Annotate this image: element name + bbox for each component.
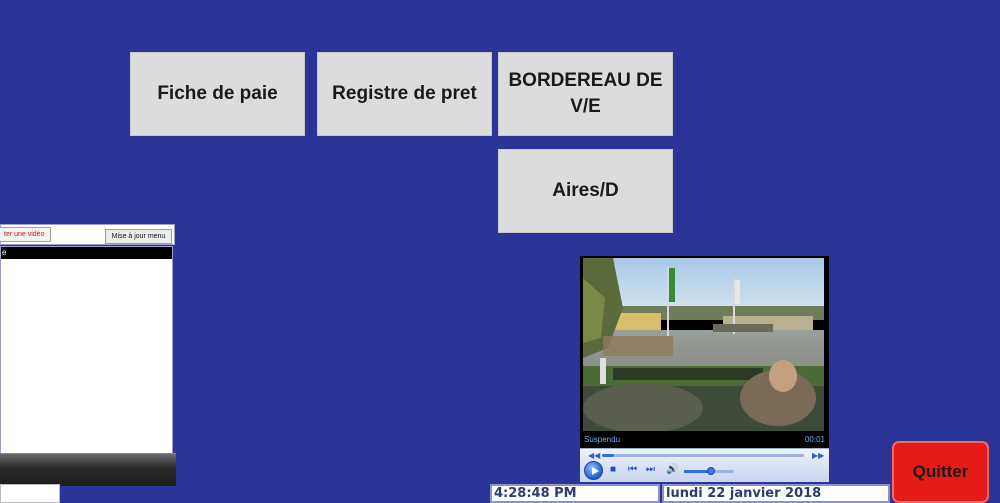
video-frame[interactable] (583, 258, 824, 431)
seek-bar[interactable] (602, 454, 804, 457)
fast-forward-icon[interactable]: ▶▶ (812, 451, 824, 460)
aires-button[interactable]: Aires/D (498, 149, 673, 233)
left-bottom-field (0, 484, 60, 503)
seek-progress (602, 454, 615, 457)
registre-de-pret-button[interactable]: Registre de pret (317, 52, 492, 136)
player-controls: ◀◀ ▶▶ ■ ⏮ ⏭ 🔊 (580, 448, 829, 482)
parade-video-image (583, 258, 824, 431)
next-icon[interactable]: ⏭ (646, 463, 655, 477)
date-field: lundi 22 janvier 2018 (662, 484, 890, 503)
volume-icon[interactable]: 🔊 (666, 463, 678, 477)
volume-knob[interactable] (707, 467, 715, 475)
play-button[interactable] (584, 461, 603, 480)
clock-field: 4:28:48 PM (490, 484, 660, 503)
list-control-bar (0, 453, 176, 486)
video-list-panel: ter une vidéo Mise à jour menu e (0, 224, 176, 486)
player-status-bar: Suspendu 00:01 (580, 434, 829, 446)
previous-icon[interactable]: ⏮ (628, 463, 637, 477)
player-status-text: Suspendu (584, 435, 621, 444)
rewind-icon[interactable]: ◀◀ (588, 451, 600, 460)
list-selected-row[interactable]: e (1, 247, 172, 259)
video-list[interactable]: e (0, 246, 173, 475)
volume-level (684, 470, 709, 473)
player-elapsed-time: 00:01 (804, 435, 825, 444)
media-player[interactable]: Suspendu 00:01 ◀◀ ▶▶ ■ ⏮ ⏭ 🔊 (580, 256, 829, 482)
bordereau-button[interactable]: BORDEREAU DE V/E (498, 52, 673, 136)
fiche-de-paie-button[interactable]: Fiche de paie (130, 52, 305, 136)
video-list-toolbar: ter une vidéo Mise à jour menu (0, 224, 175, 245)
add-video-button[interactable]: ter une vidéo (0, 227, 51, 242)
stop-icon[interactable]: ■ (610, 463, 616, 477)
refresh-menu-button[interactable]: Mise à jour menu (105, 229, 172, 244)
quit-button[interactable]: Quitter (892, 441, 989, 503)
